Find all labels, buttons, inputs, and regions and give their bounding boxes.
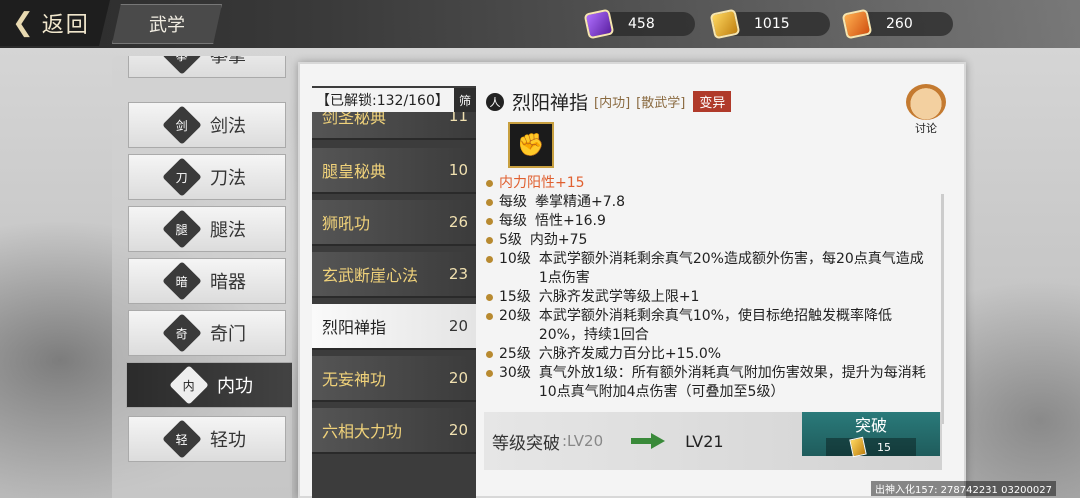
gold-token-icon <box>709 8 741 40</box>
skill-level: 20 <box>448 421 468 439</box>
flight-icon: 轻 <box>162 419 202 459</box>
nav-item-blade[interactable]: 刀 刀法 <box>128 154 286 200</box>
nav-label: 内功 <box>217 376 253 397</box>
effect-item: 20级 本武学额外消耗剩余真气10%，使目标绝招触发概率降低20%，持续1回合 <box>486 307 926 345</box>
category-sidebar: 拳 拳掌 剑 剑法 刀 刀法 腿 腿法 暗 暗器 奇 奇门 内 内功 轻 轻功 <box>112 56 292 498</box>
kick-icon: 腿 <box>162 209 202 249</box>
skill-level: 20 <box>448 317 468 335</box>
nav-label: 拳掌 <box>210 56 246 67</box>
skill-level: 23 <box>448 265 468 283</box>
tag-school: [散武学] <box>636 96 686 111</box>
gold-token-icon <box>849 436 867 458</box>
nav-label: 腿法 <box>210 220 246 241</box>
list-item[interactable]: 狮吼功 26 <box>312 200 476 246</box>
sword-icon: 剑 <box>162 105 202 145</box>
breakthrough-bar: 等级突破 :LV20 LV21 突破 15 <box>484 412 942 470</box>
nav-item-sword[interactable]: 剑 剑法 <box>128 102 286 148</box>
resource-gold[interactable]: 1015 <box>709 8 830 40</box>
skill-detail: 人 烈阳禅指 [内功] [散武学] 变异 ✊ 讨论 内力阳性+15 每级 拳掌精通… <box>482 84 950 498</box>
tag-type: [内功] <box>594 96 631 111</box>
skill-level: 20 <box>448 369 468 387</box>
list-item[interactable]: 腿皇秘典 10 <box>312 148 476 194</box>
filter-button[interactable]: 筛 <box>454 88 476 112</box>
resource-purple[interactable]: 458 <box>583 8 695 40</box>
list-item[interactable]: 无妄神功 20 <box>312 356 476 402</box>
resource-value: 1015 <box>754 16 790 32</box>
nav-item-fist[interactable]: 拳 拳掌 <box>128 56 286 78</box>
shiba-dog-icon <box>906 84 946 120</box>
skill-title-name: 烈阳禅指 <box>512 92 589 114</box>
unlock-counter: 【已解锁:132/160】 筛 <box>310 88 476 112</box>
breakthrough-button-label: 突破 <box>854 416 887 435</box>
level-to: LV21 <box>685 431 724 451</box>
odd-weapon-icon: 奇 <box>162 313 202 353</box>
section-title: 武学 <box>112 4 222 44</box>
list-item-selected[interactable]: 烈阳禅指 20 <box>312 304 476 350</box>
resource-orange[interactable]: 260 <box>841 8 953 40</box>
effect-item: 10级 本武学额外消耗剩余真气20%造成额外伤害，每20点真气造成1点伤害 <box>486 250 926 288</box>
nav-item-odd-weapon[interactable]: 奇 奇门 <box>128 310 286 356</box>
nav-label: 奇门 <box>210 324 246 345</box>
version-footer: 出神入化157: 278742231 03200027 <box>871 481 1056 496</box>
skill-flame-icon: ✊ <box>508 122 554 168</box>
breakthrough-label: 等级突破 <box>492 433 560 454</box>
scrollbar[interactable] <box>941 194 944 424</box>
nav-item-inner-power[interactable]: 内 内功 <box>126 362 292 408</box>
skill-panel: 【已解锁:132/160】 筛 剑圣秘典 11 腿皇秘典 10 狮吼功 26 玄… <box>298 62 966 498</box>
back-label: 返回 <box>41 13 90 38</box>
level-from: :LV20 <box>562 432 604 450</box>
discuss-label: 讨论 <box>915 122 937 135</box>
nav-label: 刀法 <box>210 168 246 189</box>
skill-name: 烈阳禅指 <box>322 318 387 337</box>
effect-item: 25级 六脉齐发威力百分比+15.0% <box>486 345 926 364</box>
resource-value: 458 <box>628 16 655 32</box>
breakthrough-cost: 15 <box>826 436 916 458</box>
breakthrough-button[interactable]: 突破 15 <box>802 412 940 458</box>
skill-title: 人 烈阳禅指 [内功] [散武学] 变异 <box>486 88 732 115</box>
nav-item-lightness[interactable]: 轻 轻功 <box>128 416 286 462</box>
fire-scroll-icon <box>841 8 873 40</box>
arrow-right-icon <box>631 433 666 449</box>
effect-item: 每级 悟性+16.9 <box>486 212 926 231</box>
purple-scroll-icon <box>583 8 615 40</box>
skill-name: 狮吼功 <box>322 214 371 233</box>
effect-list: 内力阳性+15 每级 拳掌精通+7.8 每级 悟性+16.9 5级 内劲+75 10级… <box>486 174 926 402</box>
skill-list[interactable]: 剑圣秘典 11 腿皇秘典 10 狮吼功 26 玄武断崖心法 23 烈阳禅指 20… <box>312 86 476 498</box>
effect-item: 30级 真气外放1级：所有额外消耗真气附加伤害效果，提升为每消耗10点真气附加4点… <box>486 364 926 402</box>
blade-icon: 刀 <box>162 157 202 197</box>
resource-value: 260 <box>886 16 913 32</box>
discuss-button[interactable]: 讨论 <box>902 84 950 136</box>
nav-label: 剑法 <box>210 116 246 137</box>
skill-name: 六相大力功 <box>322 422 403 441</box>
shuriken-icon: 暗 <box>162 261 202 301</box>
list-item[interactable]: 六相大力功 20 <box>312 408 476 454</box>
effect-item: 5级 内劲+75 <box>486 231 926 250</box>
effect-item: 内力阳性+15 <box>486 174 926 193</box>
meditation-icon: 内 <box>169 365 209 405</box>
effect-item: 每级 拳掌精通+7.8 <box>486 193 926 212</box>
fist-icon: 拳 <box>162 56 202 75</box>
nav-item-hidden-weapon[interactable]: 暗 暗器 <box>128 258 286 304</box>
skill-level: 26 <box>448 213 468 231</box>
skill-name: 无妄神功 <box>322 370 387 389</box>
effect-item: 15级 六脉齐发武学等级上限+1 <box>486 288 926 307</box>
skill-name: 玄武断崖心法 <box>322 266 419 285</box>
back-button[interactable]: ❮ 返回 <box>0 0 110 46</box>
nav-label: 轻功 <box>210 430 246 451</box>
skill-name: 腿皇秘典 <box>322 162 387 181</box>
chevron-left-icon: ❮ <box>12 8 36 38</box>
skill-level: 10 <box>448 161 468 179</box>
nav-label: 暗器 <box>210 272 246 293</box>
tag-mutation: 变异 <box>693 91 732 112</box>
nav-item-kick[interactable]: 腿 腿法 <box>128 206 286 252</box>
list-item[interactable]: 玄武断崖心法 23 <box>312 252 476 298</box>
inner-power-type-icon: 人 <box>486 92 504 111</box>
